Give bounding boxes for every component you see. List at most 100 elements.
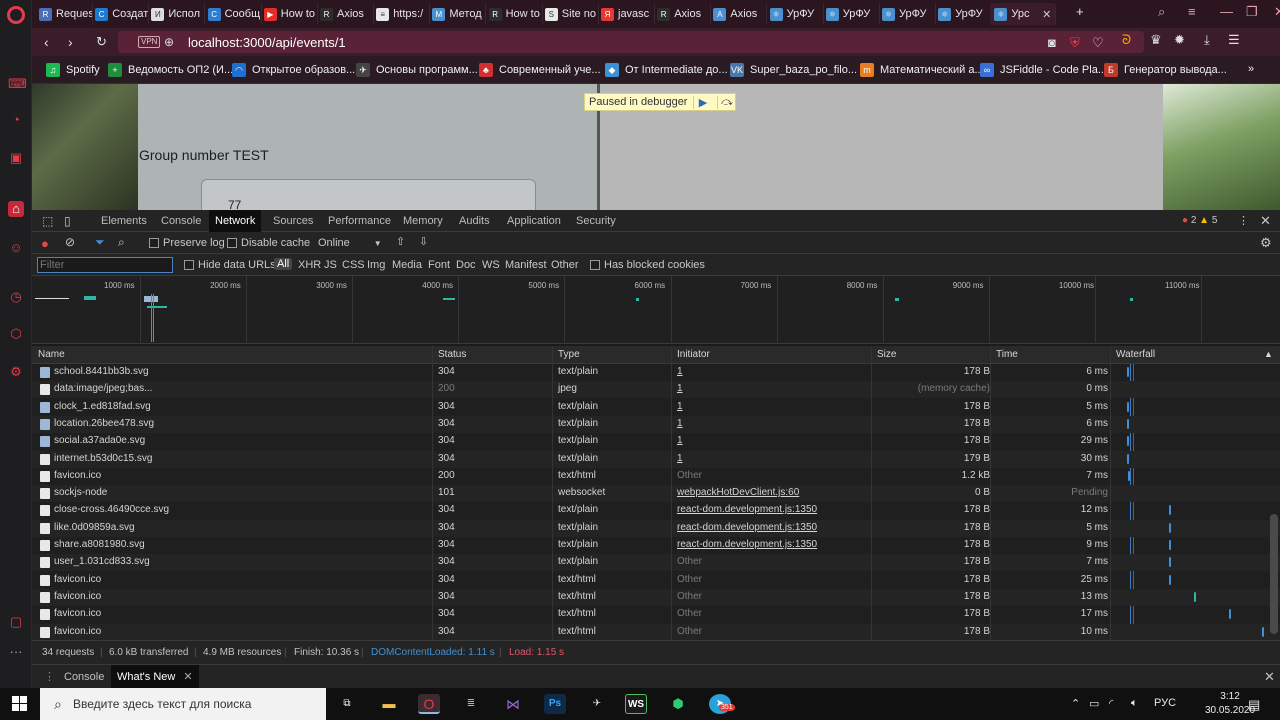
request-row[interactable]: favicon.ico 304 text/html Other 178 B 10 ms [32, 623, 1280, 641]
heart-icon[interactable]: ♡ [1092, 35, 1104, 51]
request-row[interactable]: favicon.ico 304 text/html Other 178 B 17 ms [32, 606, 1280, 623]
sort-ascending-icon[interactable]: ▲ [1264, 349, 1273, 359]
bookmark-item[interactable]: + Ведомость ОП2 (И... [108, 63, 233, 77]
request-row[interactable]: school.8441bb3b.svg 304 text/plain 1 178 B 6 … [32, 364, 1280, 381]
browser-tab[interactable]: M Метод [428, 3, 487, 25]
gear-icon[interactable]: ✹ [1174, 32, 1185, 48]
inspect-icon[interactable]: ⬚ [42, 214, 53, 228]
notifications-icon[interactable]: ▤ [1248, 697, 1260, 713]
column-divider[interactable] [871, 346, 872, 640]
history-icon[interactable]: ◷ [8, 289, 24, 305]
more-icon[interactable]: ··· [8, 644, 24, 660]
column-header-status[interactable]: Status [438, 349, 466, 360]
browser-tab[interactable]: R Axios [653, 3, 712, 25]
browser-tab[interactable]: S Site no [541, 3, 599, 25]
twitch-icon[interactable]: ▣ [8, 150, 24, 166]
close-devtools-icon[interactable]: ✕ [1260, 213, 1271, 229]
reload-icon[interactable]: ↻ [96, 34, 107, 50]
filter-type-ws[interactable]: WS [482, 259, 500, 271]
filter-type-manifest[interactable]: Manifest [505, 259, 547, 271]
snapshot-icon[interactable]: ▢ [8, 614, 24, 630]
tab-whats-new[interactable]: What's New ✕ [111, 665, 199, 689]
browser-tab[interactable]: ⚛ Урс ✕ [990, 3, 1057, 25]
bookmark-item[interactable]: ♣ Современный уче... [479, 63, 601, 77]
devtools-tab-console[interactable]: Console [155, 210, 207, 232]
settings-icon[interactable]: ⚙ [8, 364, 24, 380]
app-icon[interactable]: ✈ [586, 694, 608, 714]
request-row[interactable]: favicon.ico 304 text/html Other 178 B 13 ms [32, 588, 1280, 606]
request-row[interactable]: sockjs-node 101 websocket webpackHotDevClie… [32, 485, 1280, 503]
filter-type-font[interactable]: Font [428, 259, 450, 271]
bag-icon[interactable]: ⌂ [8, 201, 24, 217]
bookmark-item[interactable]: ◠ Открытое образов... [232, 63, 355, 77]
devtools-tab-sources[interactable]: Sources [267, 210, 319, 232]
bookmark-item[interactable]: Б Генератор вывода... [1104, 63, 1227, 77]
tab-console[interactable]: Console [58, 665, 110, 689]
bookmarks-overflow-icon[interactable]: » [1248, 63, 1254, 75]
browser-tab[interactable]: ▶ How to [260, 3, 318, 25]
bookmark-item[interactable]: VK Super_baza_po_filo... [730, 63, 857, 77]
network-icon[interactable]: ▭ [1089, 697, 1099, 710]
filter-input[interactable]: Filter [37, 257, 173, 273]
opera-taskbar-icon[interactable]: O [418, 694, 440, 714]
request-row[interactable]: share.a8081980.svg 304 text/plain react-dom… [32, 537, 1280, 554]
filter-type-js[interactable]: JS [324, 259, 337, 271]
request-row[interactable]: internet.b53d0c15.svg 304 text/plain 1 179 B… [32, 450, 1280, 468]
language-indicator[interactable]: РУС [1154, 697, 1176, 709]
network-settings-icon[interactable]: ⚙ [1260, 235, 1272, 251]
bookmark-item[interactable]: ∞ JSFiddle - Code Pla... [980, 63, 1107, 77]
file-explorer-icon[interactable]: ▬ [378, 694, 400, 714]
disable-cache-checkbox[interactable]: Disable cache [227, 237, 310, 249]
devtools-tab-audits[interactable]: Audits [453, 210, 496, 232]
devtools-tab-memory[interactable]: Memory [397, 210, 449, 232]
browser-tab[interactable]: ⚛ УрФУ [822, 3, 880, 25]
bookmark-item[interactable]: m Математический а... [860, 63, 984, 77]
throttle-select[interactable]: Online ▼ [318, 237, 382, 249]
record-icon[interactable]: ● [41, 236, 49, 251]
close-window-icon[interactable]: ✕ [1274, 4, 1280, 20]
request-initiator[interactable]: 1 [677, 383, 683, 394]
preserve-log-checkbox[interactable]: Preserve log [149, 237, 225, 249]
request-initiator[interactable]: 1 [677, 435, 683, 446]
kaspersky-icon[interactable]: ⬢ [667, 694, 689, 714]
filter-type-all[interactable]: All [274, 258, 293, 270]
filter-type-css[interactable]: CSS [342, 259, 365, 271]
request-row[interactable]: user_1.031cd833.svg 304 text/plain Other 178… [32, 554, 1280, 572]
devtools-tab-performance[interactable]: Performance [322, 210, 397, 232]
bookmark-item[interactable]: ♫ Spotify [46, 63, 100, 77]
column-divider[interactable] [432, 346, 433, 640]
export-har-icon[interactable]: ⇩ [419, 235, 428, 248]
browser-tab[interactable]: A Axios [709, 3, 768, 25]
back-icon[interactable]: ‹ [44, 34, 49, 50]
request-initiator[interactable]: webpackHotDevClient.js:60 [677, 487, 799, 498]
browser-tab[interactable]: R Axios [316, 3, 374, 25]
column-header-size[interactable]: Size [877, 349, 896, 360]
browser-tab[interactable]: Яjavasc [597, 3, 655, 25]
extension-icon[interactable]: ♛ [1150, 32, 1162, 48]
download-icon[interactable]: ⤓ [1204, 32, 1210, 48]
task-view-icon[interactable]: ⧉ [336, 694, 358, 714]
menu-icon[interactable]: ☰ [1228, 32, 1240, 48]
request-initiator[interactable]: 1 [677, 401, 683, 412]
request-initiator[interactable]: react-dom.development.js:1350 [677, 522, 817, 533]
browser-tab[interactable]: R Reques [35, 3, 93, 25]
browser-tab[interactable]: ≡ https:/ [372, 3, 431, 25]
tab-search-icon[interactable]: ⌕ [1158, 4, 1165, 20]
column-divider[interactable] [671, 346, 672, 640]
device-toggle-icon[interactable]: ▯ [64, 214, 71, 228]
column-header-waterfall[interactable]: Waterfall [1116, 349, 1155, 360]
volume-icon[interactable]: 🔈︎ [1131, 697, 1138, 710]
column-header-time[interactable]: Time [996, 349, 1018, 360]
discord-icon[interactable]: ☺ [8, 240, 24, 256]
request-initiator[interactable]: 1 [677, 453, 683, 464]
table-scrollbar[interactable] [1270, 514, 1278, 634]
tray-up-icon[interactable]: ⌃ [1071, 697, 1080, 710]
filter-type-img[interactable]: Img [367, 259, 385, 271]
request-row[interactable]: location.26bee478.svg 304 text/plain 1 178 B… [32, 415, 1280, 433]
step-over-icon[interactable]: ⤼ [717, 95, 735, 109]
devtools-tab-elements[interactable]: Elements [95, 210, 153, 232]
bookmark-item[interactable]: ✈ Основы программ... [356, 63, 478, 77]
request-row[interactable]: favicon.ico 304 text/html Other 178 B 25 ms [32, 572, 1280, 589]
filter-type-other[interactable]: Other [551, 259, 579, 271]
vpn-badge[interactable]: VPN [138, 36, 161, 48]
